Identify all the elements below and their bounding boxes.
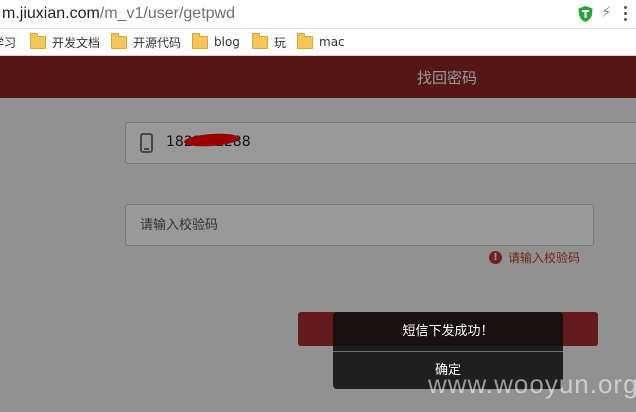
dialog-message: 短信下发成功！ bbox=[402, 324, 494, 339]
bookmark-item[interactable]: mac bbox=[297, 32, 345, 51]
bookmark-label: mac bbox=[319, 35, 345, 49]
folder-icon bbox=[111, 32, 127, 49]
folder-icon bbox=[297, 32, 313, 49]
folder-icon bbox=[192, 32, 208, 49]
address-bar[interactable]: m.jiuxian.com/m_v1/user/getpwd ⚡ bbox=[0, 0, 636, 29]
folder-icon bbox=[30, 32, 46, 49]
url-path: /m_v1/user/getpwd bbox=[99, 5, 235, 22]
bookmark-item[interactable]: 玩 bbox=[252, 32, 287, 51]
bookmark-item[interactable]: 开源代码 bbox=[111, 32, 182, 51]
bookmarks-bar: 学习 开发文档 开源代码 blog 玩 mac bbox=[0, 29, 636, 56]
bookmark-label: 开发文档 bbox=[52, 35, 101, 50]
bookmark-label: 开源代码 bbox=[133, 35, 182, 50]
bookmark-label: 学习 bbox=[0, 35, 17, 50]
bookmark-item[interactable]: blog bbox=[192, 32, 240, 51]
more-menu-icon[interactable] bbox=[624, 6, 628, 22]
lightning-extension-icon[interactable]: ⚡ bbox=[601, 3, 612, 21]
shield-extension-icon[interactable] bbox=[577, 5, 594, 23]
folder-icon bbox=[252, 32, 268, 49]
bookmark-label: 玩 bbox=[274, 35, 287, 50]
bookmark-item[interactable]: 学习 bbox=[0, 33, 16, 51]
url-host: m.jiuxian.com bbox=[2, 5, 100, 22]
bookmark-item[interactable]: 开发文档 bbox=[30, 32, 101, 51]
watermark: www.wooyun.org bbox=[428, 369, 636, 399]
bookmark-label: blog bbox=[214, 35, 240, 49]
url-text[interactable]: m.jiuxian.com/m_v1/user/getpwd bbox=[2, 4, 235, 24]
